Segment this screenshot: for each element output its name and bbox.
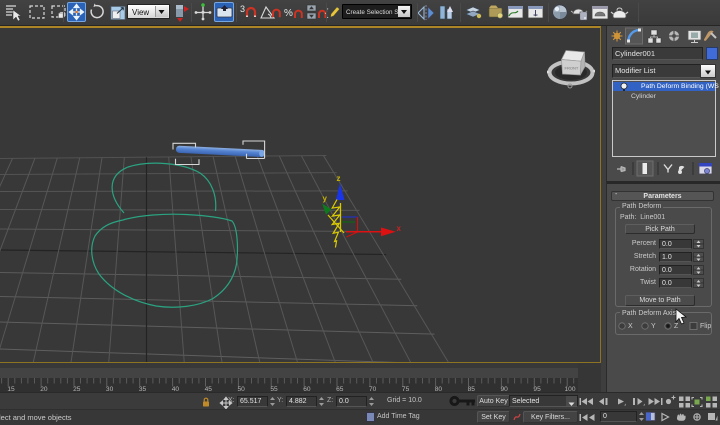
svg-text:y: y bbox=[323, 194, 328, 203]
svg-text:x: x bbox=[397, 224, 402, 233]
svg-text:FRONT: FRONT bbox=[565, 66, 579, 71]
svg-text:z: z bbox=[337, 174, 341, 183]
